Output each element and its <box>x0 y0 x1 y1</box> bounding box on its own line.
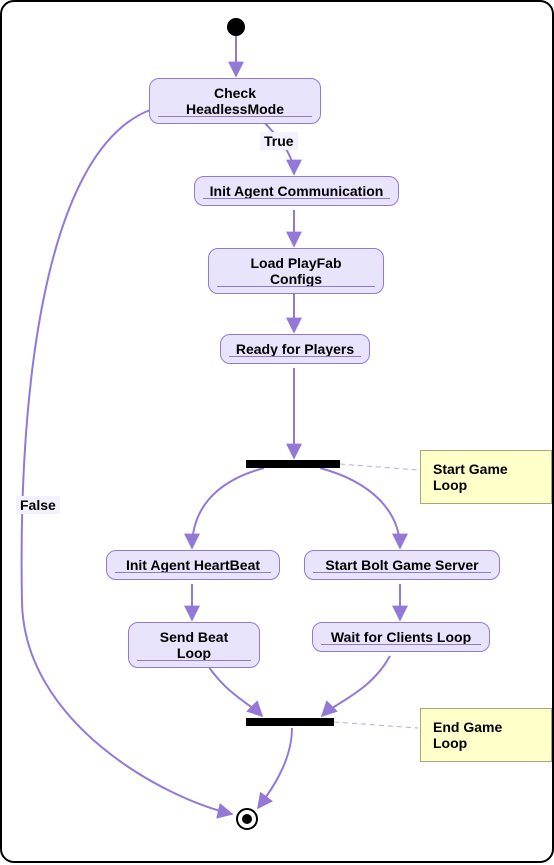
node-init-heartbeat: Init Agent HeartBeat <box>106 550 280 580</box>
node-label: Init Agent Communication <box>195 177 398 205</box>
node-init-agent-comm: Init Agent Communication <box>194 176 399 206</box>
fork-bar <box>246 460 340 468</box>
note-text: Start Game Loop <box>433 461 508 493</box>
node-label: Init Agent HeartBeat <box>107 551 279 579</box>
node-start-bolt: Start Bolt Game Server <box>304 550 500 580</box>
node-check-headless: Check HeadlessMode <box>149 78 321 124</box>
join-bar <box>246 718 334 726</box>
node-label: Ready for Players <box>221 335 369 363</box>
node-label: Wait for Clients Loop <box>313 623 489 651</box>
initial-node <box>227 18 245 36</box>
final-node <box>236 808 258 830</box>
edge-label-false: False <box>16 496 60 514</box>
node-label: Start Bolt Game Server <box>305 551 499 579</box>
note-end-loop: End Game Loop <box>420 708 552 762</box>
diagram-canvas: Check HeadlessMode True Init Agent Commu… <box>0 0 554 863</box>
edge-label-true: True <box>260 132 298 150</box>
node-send-beat: Send Beat Loop <box>128 622 260 668</box>
node-wait-clients: Wait for Clients Loop <box>312 622 490 652</box>
note-start-loop: Start Game Loop <box>420 450 552 504</box>
note-text: End Game Loop <box>433 719 502 751</box>
final-node-dot <box>242 814 252 824</box>
node-ready-players: Ready for Players <box>220 334 370 364</box>
node-label: Check HeadlessMode <box>150 79 320 123</box>
node-label: Send Beat Loop <box>129 623 259 667</box>
node-label: Load PlayFab Configs <box>209 249 383 293</box>
node-load-playfab: Load PlayFab Configs <box>208 248 384 294</box>
